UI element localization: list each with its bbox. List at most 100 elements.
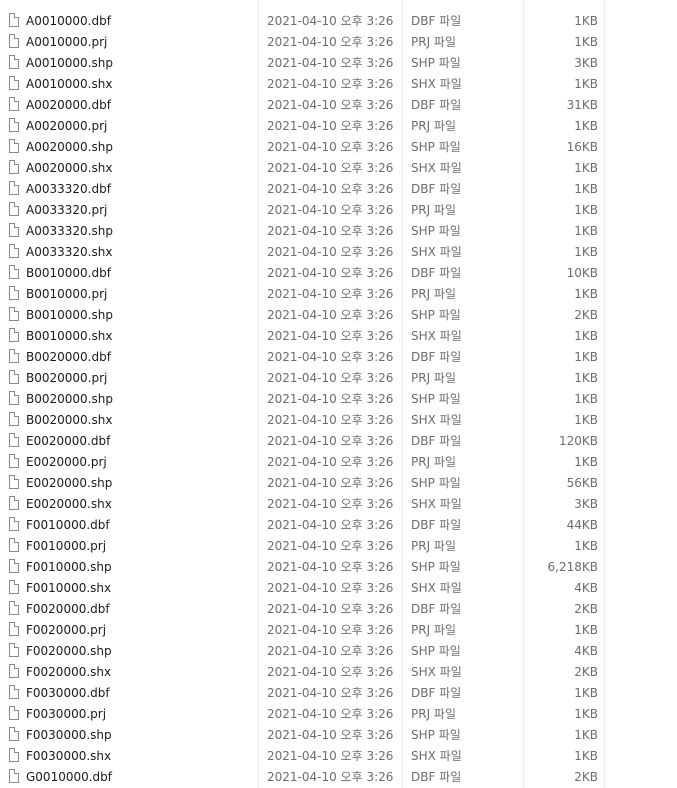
file-name: F0030000.prj [26,707,107,721]
file-row[interactable]: E0020000.shp 2021-04-10 오후 3:26 SHP 파일 5… [0,473,677,494]
file-row[interactable]: F0030000.dbf 2021-04-10 오후 3:26 DBF 파일 1… [0,683,677,704]
file-row[interactable]: A0033320.shx 2021-04-10 오후 3:26 SHX 파일 1… [0,242,677,263]
file-size: 1KB [574,686,598,700]
file-row[interactable]: A0010000.prj 2021-04-10 오후 3:26 PRJ 파일 1… [0,32,677,53]
file-modified-date: 2021-04-10 오후 3:26 [267,98,394,112]
file-row[interactable]: B0020000.shp 2021-04-10 오후 3:26 SHP 파일 1… [0,389,677,410]
file-icon [9,55,19,69]
file-row[interactable]: A0020000.shp 2021-04-10 오후 3:26 SHP 파일 1… [0,137,677,158]
file-row[interactable]: F0020000.dbf 2021-04-10 오후 3:26 DBF 파일 2… [0,599,677,620]
file-row[interactable]: B0010000.shx 2021-04-10 오후 3:26 SHX 파일 1… [0,326,677,347]
file-list: A0010000.dbf 2021-04-10 오후 3:26 DBF 파일 1… [0,0,677,788]
file-modified-date: 2021-04-10 오후 3:26 [267,308,394,322]
file-row[interactable]: A0033320.shp 2021-04-10 오후 3:26 SHP 파일 1… [0,221,677,242]
file-size: 1KB [574,329,598,343]
file-size: 1KB [574,455,598,469]
file-row[interactable]: B0010000.prj 2021-04-10 오후 3:26 PRJ 파일 1… [0,284,677,305]
file-type: DBF 파일 [411,350,462,364]
file-size: 2KB [574,665,598,679]
file-size: 120KB [558,434,598,448]
file-size: 1KB [574,77,598,91]
file-name: F0010000.dbf [26,518,110,532]
file-row[interactable]: F0030000.shp 2021-04-10 오후 3:26 SHP 파일 1… [0,725,677,746]
file-name: B0020000.dbf [26,350,111,364]
file-icon [9,475,19,489]
file-row[interactable]: B0010000.dbf 2021-04-10 오후 3:26 DBF 파일 1… [0,263,677,284]
file-type: PRJ 파일 [411,539,457,553]
file-size: 1KB [574,392,598,406]
file-modified-date: 2021-04-10 오후 3:26 [267,602,394,616]
file-icon [9,748,19,762]
file-modified-date: 2021-04-10 오후 3:26 [267,35,394,49]
file-icon [9,685,19,699]
file-icon [9,349,19,363]
file-size: 1KB [574,623,598,637]
file-icon [9,328,19,342]
file-row[interactable]: F0030000.shx 2021-04-10 오후 3:26 SHX 파일 1… [0,746,677,767]
file-row[interactable]: A0010000.shp 2021-04-10 오후 3:26 SHP 파일 3… [0,53,677,74]
file-size: 31KB [566,98,598,112]
file-name: G0010000.dbf [26,770,113,784]
file-modified-date: 2021-04-10 오후 3:26 [267,203,394,217]
file-row[interactable]: F0010000.shp 2021-04-10 오후 3:26 SHP 파일 6… [0,557,677,578]
file-row[interactable]: F0020000.shx 2021-04-10 오후 3:26 SHX 파일 2… [0,662,677,683]
file-modified-date: 2021-04-10 오후 3:26 [267,413,394,427]
file-icon [9,454,19,468]
file-modified-date: 2021-04-10 오후 3:26 [267,770,394,784]
file-row[interactable]: A0033320.prj 2021-04-10 오후 3:26 PRJ 파일 1… [0,200,677,221]
file-row[interactable]: A0020000.prj 2021-04-10 오후 3:26 PRJ 파일 1… [0,116,677,137]
file-row[interactable]: F0020000.shp 2021-04-10 오후 3:26 SHP 파일 4… [0,641,677,662]
file-row[interactable]: A0010000.shx 2021-04-10 오후 3:26 SHX 파일 1… [0,74,677,95]
file-icon [9,139,19,153]
file-name: F0020000.shp [26,644,112,658]
file-type: PRJ 파일 [411,119,457,133]
file-name: A0020000.dbf [26,98,111,112]
file-type: SHX 파일 [411,581,462,595]
file-modified-date: 2021-04-10 오후 3:26 [267,329,394,343]
file-name: A0010000.shx [26,77,113,91]
file-icon [9,307,19,321]
file-row[interactable]: E0020000.prj 2021-04-10 오후 3:26 PRJ 파일 1… [0,452,677,473]
file-row[interactable]: E0020000.shx 2021-04-10 오후 3:26 SHX 파일 3… [0,494,677,515]
file-row[interactable]: F0020000.prj 2021-04-10 오후 3:26 PRJ 파일 1… [0,620,677,641]
file-row[interactable]: F0010000.prj 2021-04-10 오후 3:26 PRJ 파일 1… [0,536,677,557]
file-modified-date: 2021-04-10 오후 3:26 [267,14,394,28]
file-row[interactable]: B0020000.dbf 2021-04-10 오후 3:26 DBF 파일 1… [0,347,677,368]
file-type: PRJ 파일 [411,455,457,469]
file-modified-date: 2021-04-10 오후 3:26 [267,182,394,196]
file-size: 16KB [566,140,598,154]
file-modified-date: 2021-04-10 오후 3:26 [267,140,394,154]
file-row[interactable]: B0010000.shp 2021-04-10 오후 3:26 SHP 파일 2… [0,305,677,326]
file-row[interactable]: E0020000.dbf 2021-04-10 오후 3:26 DBF 파일 1… [0,431,677,452]
file-row[interactable]: A0033320.dbf 2021-04-10 오후 3:26 DBF 파일 1… [0,179,677,200]
file-name: A0020000.shx [26,161,113,175]
file-size: 1KB [574,14,598,28]
file-row[interactable]: A0020000.shx 2021-04-10 오후 3:26 SHX 파일 1… [0,158,677,179]
file-row[interactable]: B0020000.prj 2021-04-10 오후 3:26 PRJ 파일 1… [0,368,677,389]
file-row[interactable]: F0010000.dbf 2021-04-10 오후 3:26 DBF 파일 4… [0,515,677,536]
file-modified-date: 2021-04-10 오후 3:26 [267,539,394,553]
file-size: 1KB [574,728,598,742]
file-name: B0020000.shp [26,392,113,406]
file-size: 1KB [574,203,598,217]
file-icon [9,34,19,48]
file-row[interactable]: A0010000.dbf 2021-04-10 오후 3:26 DBF 파일 1… [0,11,677,32]
file-type: PRJ 파일 [411,203,457,217]
file-row[interactable]: G0010000.dbf 2021-04-10 오후 3:26 DBF 파일 2… [0,767,677,788]
file-size: 1KB [574,245,598,259]
file-row[interactable]: F0030000.prj 2021-04-10 오후 3:26 PRJ 파일 1… [0,704,677,725]
file-size: 4KB [574,581,598,595]
file-name: F0030000.shp [26,728,112,742]
file-type: SHP 파일 [411,56,461,70]
file-name: A0033320.prj [26,203,108,217]
file-icon [9,664,19,678]
file-type: SHX 파일 [411,77,462,91]
file-row[interactable]: F0010000.shx 2021-04-10 오후 3:26 SHX 파일 4… [0,578,677,599]
file-name: F0010000.shp [26,560,112,574]
file-row[interactable]: A0020000.dbf 2021-04-10 오후 3:26 DBF 파일 3… [0,95,677,116]
file-icon [9,559,19,573]
file-icon [9,601,19,615]
file-row[interactable]: B0020000.shx 2021-04-10 오후 3:26 SHX 파일 1… [0,410,677,431]
file-icon [9,706,19,720]
file-icon [9,433,19,447]
